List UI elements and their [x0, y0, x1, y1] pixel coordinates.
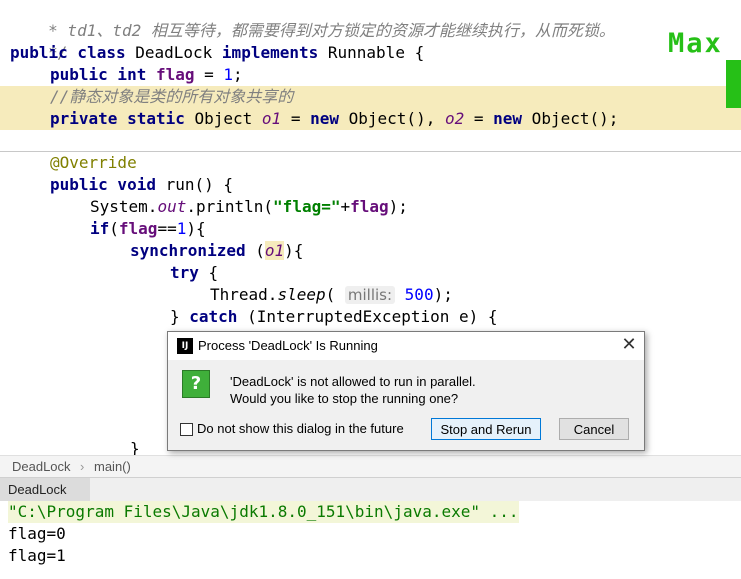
field-name: flag [155, 65, 195, 84]
code-line: public int flag = 1; [0, 64, 741, 86]
do-not-show-checkbox[interactable] [180, 423, 193, 436]
code-text: ); [433, 285, 453, 304]
process-running-dialog: IJ Process 'DeadLock' Is Running ✕ ? 'De… [167, 331, 645, 451]
parameter-hint: millis: [344, 286, 396, 304]
code-text: (InterruptedException e) { [237, 307, 498, 326]
cancel-button[interactable]: Cancel [559, 418, 629, 440]
keyword: new [310, 109, 339, 128]
class-name: DeadLock [125, 43, 222, 62]
code-text: { [198, 263, 219, 282]
dialog-message: Would you like to stop the running one? [230, 391, 459, 406]
code-line: * td1、td2 相互等待，都需要得到对方锁定的资源才能继续执行，从而死锁。 [0, 0, 741, 40]
keyword: public class [10, 43, 126, 62]
code-text: System. [90, 197, 158, 216]
code-line-highlighted: //静态对象是类的所有对象共享的 [0, 86, 741, 108]
code-text: ; [233, 65, 243, 84]
dialog-title-bar[interactable]: IJ Process 'DeadLock' Is Running ✕ [168, 332, 644, 360]
code-line: } catch (InterruptedException e) { [0, 306, 741, 328]
dialog-title: Process 'DeadLock' Is Running [198, 338, 378, 353]
code-line: public void run() { [0, 174, 741, 196]
max-badge: Max [668, 28, 723, 59]
comment-text: //静态对象是类的所有对象共享的 [50, 87, 294, 106]
code-line: @Override [0, 152, 741, 174]
keyword: try [170, 263, 199, 282]
keyword: catch [189, 307, 238, 326]
code-line: try { [0, 262, 741, 284]
breadcrumb-method[interactable]: main() [94, 459, 131, 474]
annotation: @Override [50, 153, 137, 172]
keyword: public int [50, 65, 147, 84]
code-text: Object(); [522, 109, 619, 128]
keyword: if [90, 219, 110, 238]
run-tool-bar: DeadLock [0, 477, 741, 503]
field-name: o2 [444, 109, 465, 128]
question-icon: ? [182, 370, 210, 398]
console-output[interactable]: "C:\Program Files\Java\jdk1.8.0_151\bin\… [0, 501, 741, 579]
keyword: implements [221, 43, 319, 62]
field-name: flag [118, 219, 158, 238]
code-line: */ [0, 20, 741, 62]
code-line: synchronized (o1){ [0, 240, 741, 262]
field-name: o1 [264, 241, 285, 260]
code-text: = [194, 65, 224, 84]
method-name: sleep [277, 285, 326, 304]
code-text: } [170, 307, 190, 326]
code-line: System.out.println("flag="+flag); [0, 196, 741, 218]
code-text: = [281, 109, 311, 128]
console-line: flag=1 [8, 546, 66, 565]
dialog-message: 'DeadLock' is not allowed to run in para… [230, 374, 476, 389]
code-text: ){ [284, 241, 304, 260]
code-text: Thread. [210, 285, 278, 304]
code-line: if(flag==1){ [0, 218, 741, 240]
code-text: Object(), [339, 109, 445, 128]
close-icon[interactable]: ✕ [618, 334, 640, 356]
code-text: ); [388, 197, 408, 216]
do-not-show-label[interactable]: Do not show this dialog in the future [197, 421, 404, 436]
code-text: ){ [186, 219, 206, 238]
static-field: out [157, 197, 187, 216]
field-name: o1 [261, 109, 282, 128]
badge-block [726, 60, 741, 108]
code-line: Thread.sleep( millis: 500); [0, 284, 741, 306]
code-line: public class DeadLock implements Runnabl… [0, 42, 741, 64]
code-text: } [130, 439, 140, 455]
code-text: ( [109, 219, 119, 238]
code-text: = [464, 109, 494, 128]
code-text: Runnable { [318, 43, 425, 62]
code-line-highlighted: private static Object o1 = new Object(),… [0, 108, 741, 130]
breadcrumb: DeadLock › main() [0, 455, 741, 478]
code-text: .println( [186, 197, 274, 216]
keyword: synchronized [130, 241, 246, 260]
number-literal: 500 [404, 285, 434, 304]
keyword: new [493, 109, 523, 128]
keyword: public void [50, 175, 156, 194]
breadcrumb-separator: › [80, 459, 85, 474]
code-text: run() { [155, 175, 234, 194]
code-text: == [157, 219, 177, 238]
keyword: private static [50, 109, 185, 128]
console-command-line: "C:\Program Files\Java\jdk1.8.0_151\bin\… [8, 501, 519, 523]
string-literal: "flag=" [273, 197, 341, 216]
breadcrumb-file[interactable]: DeadLock [12, 459, 71, 474]
stop-and-rerun-button[interactable]: Stop and Rerun [431, 418, 541, 440]
number-literal: 1 [176, 219, 187, 238]
field-name: flag [350, 197, 389, 216]
run-tab-deadlock[interactable]: DeadLock [0, 478, 90, 502]
code-text: + [340, 197, 351, 216]
console-line: flag=0 [8, 524, 66, 543]
code-text: ( [325, 285, 345, 304]
code-text: Object [184, 109, 262, 128]
number-literal: 1 [223, 65, 234, 84]
intellij-app-icon: IJ [177, 338, 193, 354]
code-text: ( [245, 241, 265, 260]
